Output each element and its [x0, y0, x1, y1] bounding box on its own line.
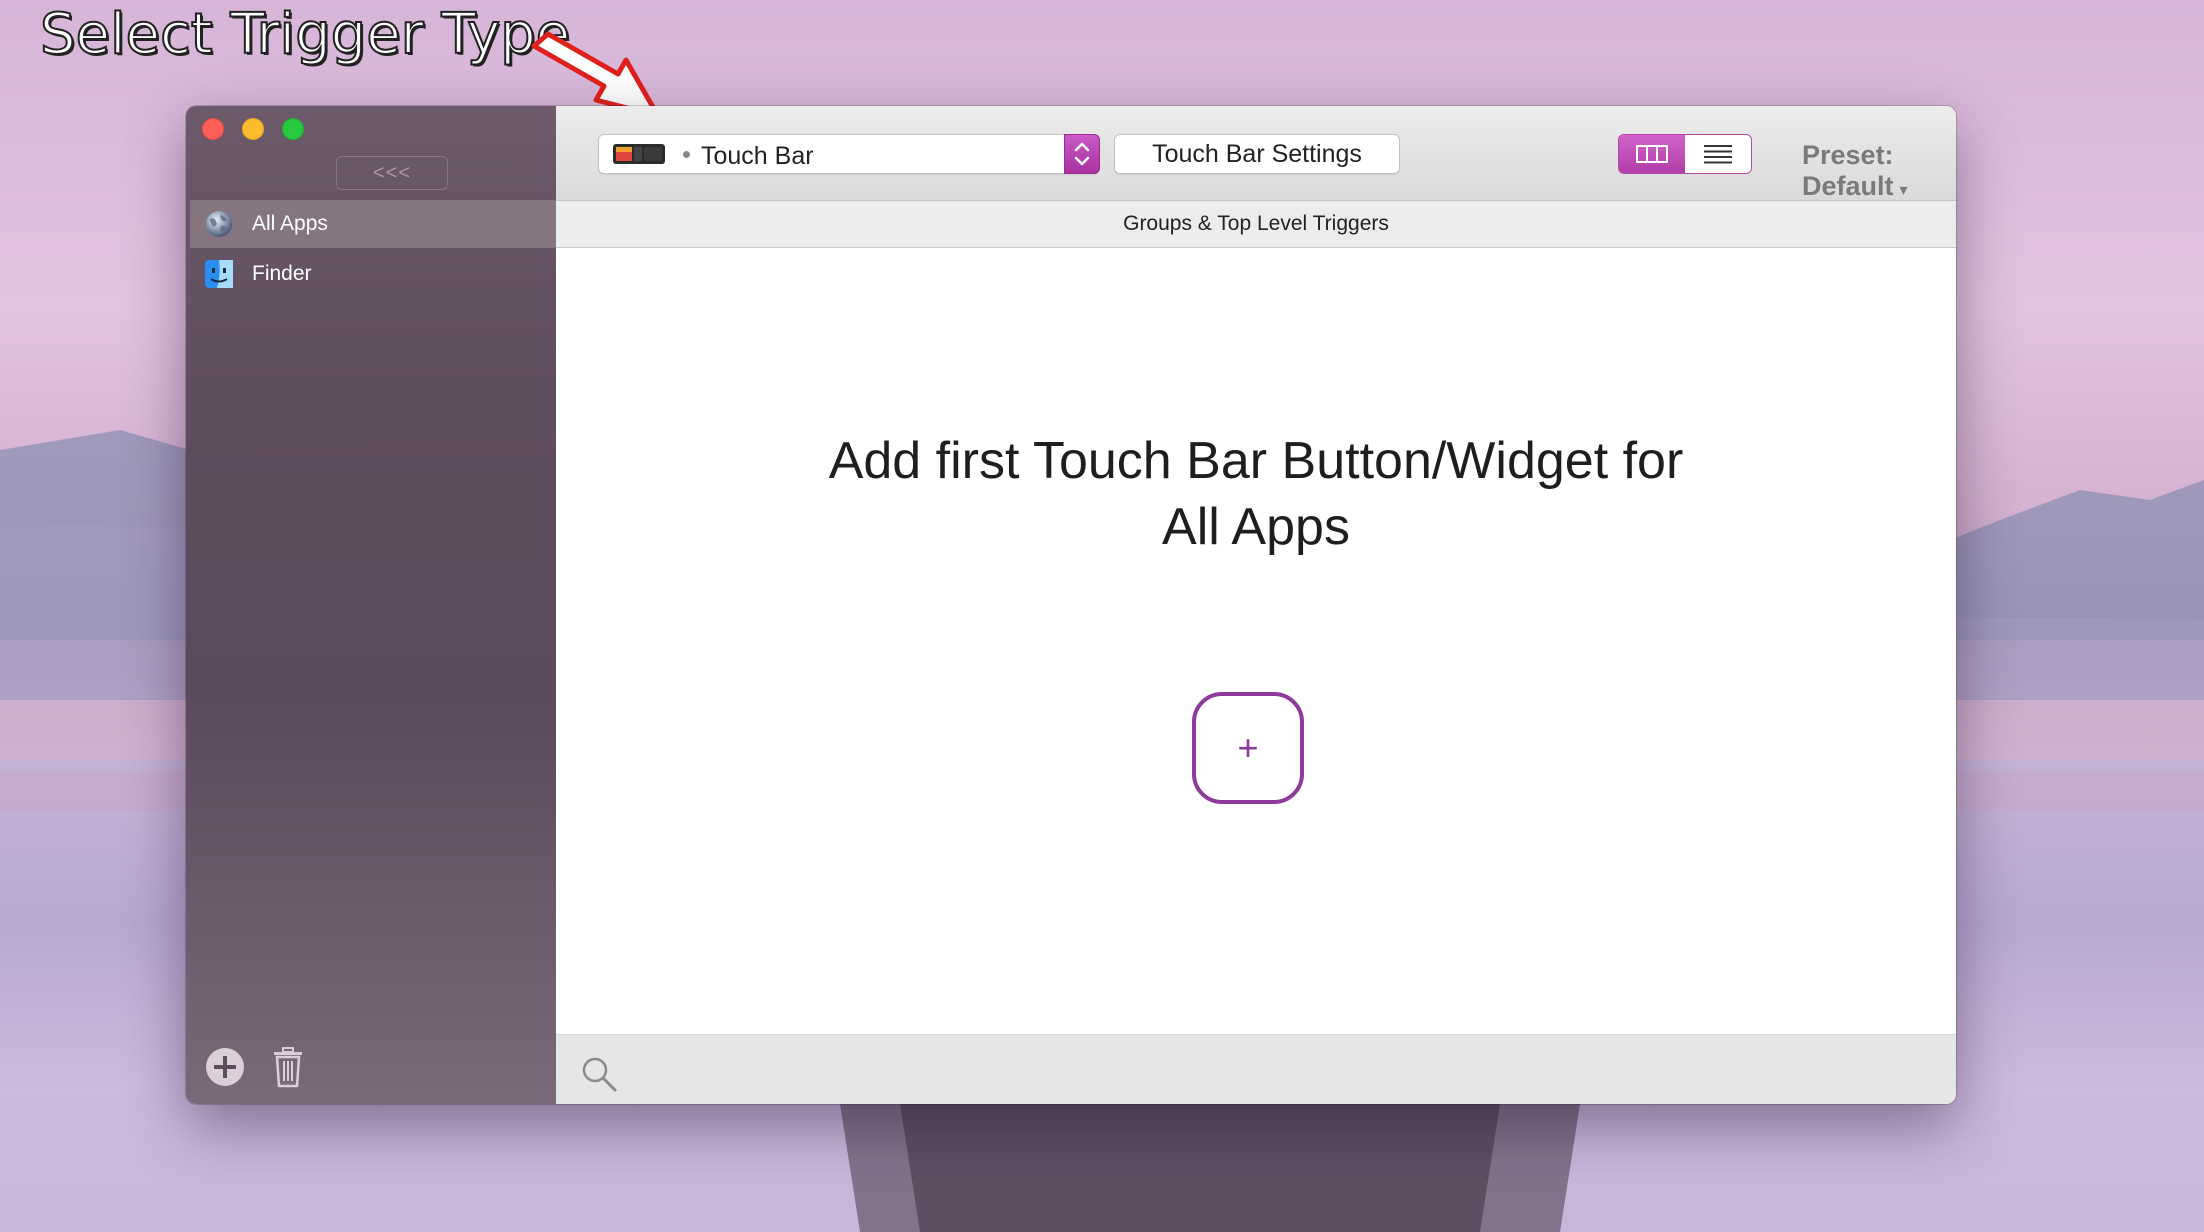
grid-view-button[interactable]: [1619, 135, 1685, 173]
groups-header: Groups & Top Level Triggers: [556, 201, 1956, 248]
finder-icon: [205, 260, 233, 288]
trigger-type-value: Touch Bar: [701, 142, 814, 170]
empty-state-line-1: Add first Touch Bar Button/Widget for: [828, 432, 1684, 490]
touch-bar-settings-button[interactable]: Touch Bar Settings: [1114, 134, 1400, 174]
sidebar-item-finder[interactable]: Finder: [190, 250, 556, 298]
list-view-button[interactable]: [1685, 135, 1751, 173]
plus-circle-icon[interactable]: [204, 1046, 246, 1088]
toolbar: Touch Bar Touch Bar Settings Preset: Def…: [556, 106, 1956, 201]
minimize-window-button[interactable]: [242, 118, 264, 140]
collapse-sidebar-button[interactable]: <<<: [336, 156, 448, 190]
chevron-down-icon: ▾: [1899, 182, 1908, 199]
globe-icon: [206, 211, 232, 237]
list-view-icon: [1704, 145, 1732, 164]
trigger-dot-icon: [683, 151, 690, 158]
sidebar: <<< All Apps Finder: [186, 106, 556, 1104]
view-mode-toggle: [1618, 134, 1752, 174]
preset-dropdown[interactable]: Preset: Default ▾: [1802, 140, 1956, 202]
preset-label: Preset: Default: [1802, 140, 1894, 201]
zoom-window-button[interactable]: [282, 118, 304, 140]
empty-state-message: Add first Touch Bar Button/Widget for Al…: [756, 428, 1756, 560]
add-trigger-button[interactable]: +: [1192, 692, 1304, 804]
close-window-button[interactable]: [202, 118, 224, 140]
grid-view-icon: [1636, 145, 1668, 163]
app-window: <<< All Apps Finder Touch Bar Touch Bar …: [186, 106, 1956, 1104]
select-stepper-icon[interactable]: [1064, 134, 1100, 174]
search-bar: [556, 1034, 1956, 1104]
sidebar-footer: [204, 1046, 306, 1088]
sidebar-item-all-apps[interactable]: All Apps: [190, 200, 556, 248]
sidebar-item-label: All Apps: [252, 212, 328, 235]
sidebar-item-label: Finder: [252, 262, 312, 285]
trigger-list-area: Add first Touch Bar Button/Widget for Al…: [556, 248, 1956, 1034]
annotation-label: Select Trigger Type: [39, 1, 571, 68]
empty-state-line-2: All Apps: [1162, 498, 1350, 556]
touch-bar-icon: [613, 144, 665, 164]
trash-icon[interactable]: [270, 1046, 306, 1088]
search-icon[interactable]: [580, 1055, 618, 1093]
trigger-type-select[interactable]: Touch Bar: [598, 134, 1100, 174]
